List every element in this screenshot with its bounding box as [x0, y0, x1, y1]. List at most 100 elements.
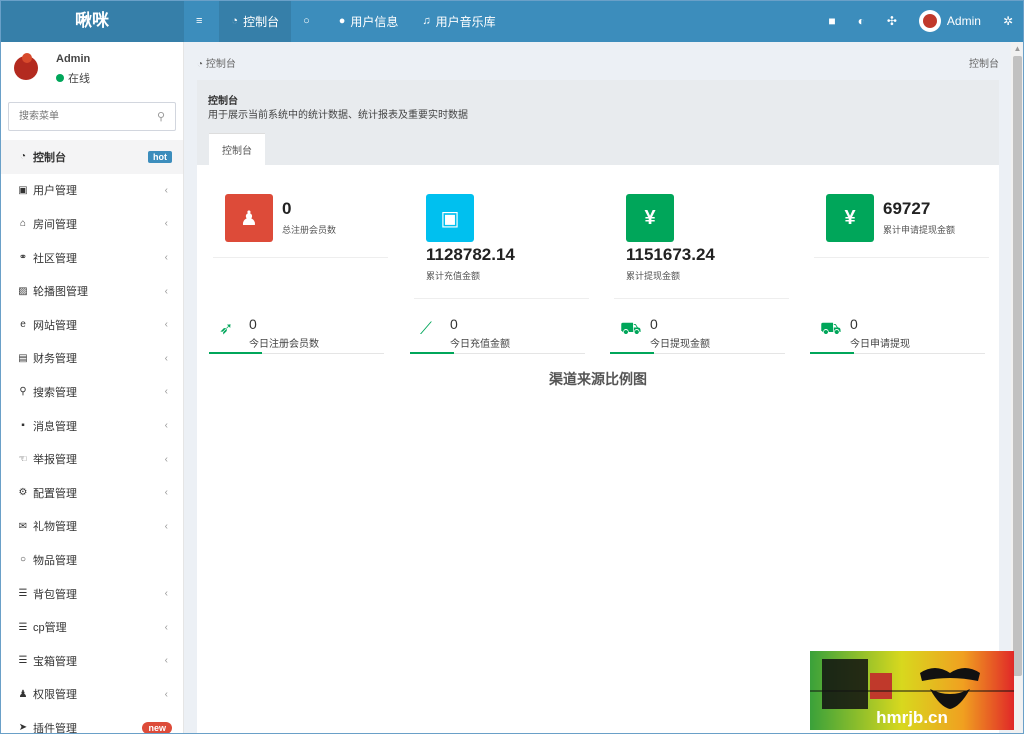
stat-value: 69727 — [883, 199, 931, 218]
sidebar-item-community[interactable]: ⚭ 社区管理 ‹ — [0, 241, 183, 275]
sidebar-item-cp[interactable]: ☰ cp管理 ‹ — [0, 610, 183, 644]
sidebar-item-label: 权限管理 — [33, 689, 77, 702]
chevron-left-icon: ‹ — [164, 319, 168, 331]
search-icon[interactable]: ⚲ — [157, 110, 165, 123]
users-icon: ♟ — [18, 688, 28, 700]
panel-description: 用于展示当前系统中的统计数据、统计报表及重要实时数据 — [208, 110, 468, 121]
sidebar-item-label: 搜索管理 — [33, 386, 77, 399]
app-logo[interactable]: 啾咪 — [0, 0, 184, 42]
gear-icon: ✲ — [1002, 14, 1013, 28]
tab-dashboard[interactable]: ◔ 控制台 — [219, 0, 292, 42]
internet-explorer-icon: e — [20, 319, 26, 331]
hot-badge: hot — [148, 150, 172, 163]
sidebar-item-items[interactable]: ○ 物品管理 — [0, 543, 183, 577]
sidebar-item-rooms[interactable]: ⌂ 房间管理 ‹ — [0, 207, 183, 241]
list-icon: ☰ — [18, 621, 28, 633]
scroll-thumb[interactable] — [1013, 56, 1022, 676]
avatar — [8, 50, 44, 86]
chevron-left-icon: ‹ — [164, 386, 168, 398]
sidebar-item-label: 宝箱管理 — [33, 655, 77, 668]
sidebar-item-config[interactable]: ⚙ 配置管理 ‹ — [0, 476, 183, 510]
tab-label: 控制台 — [243, 14, 280, 29]
progress-bar — [410, 352, 454, 354]
trash-icon: ■ — [828, 14, 836, 28]
chevron-left-icon: ‹ — [164, 655, 168, 667]
user-icon: ● — [338, 15, 346, 27]
mini-value: 0 — [450, 316, 458, 332]
search-input[interactable] — [9, 103, 139, 130]
panel-title: 控制台 — [208, 96, 238, 107]
sidebar-search: ⚲ — [8, 102, 176, 131]
top-nav: ≡ ◔ 控制台 ○ ● 用户信息 ♫ 用户音乐库 — [184, 0, 508, 42]
sidebar-item-label: 用户管理 — [33, 185, 77, 198]
mini-value: 0 — [650, 316, 658, 332]
tab-user-music[interactable]: ♫ 用户音乐库 — [410, 0, 507, 42]
sidebar-item-messages[interactable]: ▪ 消息管理 ‹ — [0, 409, 183, 443]
breadcrumb-item[interactable]: 控制台 — [206, 59, 236, 70]
settings-button[interactable]: ✲ — [992, 0, 1024, 42]
user-card-icon: ▣ — [18, 184, 28, 196]
mini-label: 今日提现金额 — [650, 339, 710, 350]
sidebar-item-label: 举报管理 — [33, 454, 77, 467]
sidebar-item-gifts[interactable]: ✉ 礼物管理 ‹ — [0, 510, 183, 544]
tab-label: 用户信息 — [350, 14, 399, 29]
panel-body: ♟ 0 总注册会员数 ▣ 1128782.14 累计充值金额 ¥ 1151673… — [197, 165, 999, 734]
breadcrumb: ◔ 控制台 — [197, 55, 236, 70]
sidebar-item-reports[interactable]: ☜ 举报管理 ‹ — [0, 442, 183, 476]
chevron-left-icon: ‹ — [164, 453, 168, 465]
chevron-left-icon: ‹ — [164, 621, 168, 633]
sidebar-toggle-button[interactable]: ≡ — [184, 0, 219, 42]
gift-icon: ✉ — [18, 520, 28, 532]
sidebar-item-label: 财务管理 — [33, 353, 77, 366]
sidebar-item-dashboard[interactable]: ◔ 控制台 hot — [0, 140, 183, 174]
tab-circle[interactable]: ○ — [291, 0, 327, 42]
sidebar-item-website[interactable]: e 网站管理 ‹ — [0, 308, 183, 342]
fullscreen-button[interactable]: ✣ — [876, 0, 908, 42]
chevron-left-icon: ‹ — [164, 420, 168, 432]
sidebar-item-plugins[interactable]: ➤ 插件管理 new — [0, 711, 183, 734]
breadcrumb-current: 控制台 — [969, 59, 999, 70]
mini-label: 今日申请提现 — [850, 339, 910, 350]
chevron-left-icon: ‹ — [164, 688, 168, 700]
sidebar-item-users[interactable]: ▣ 用户管理 ‹ — [0, 174, 183, 208]
divider — [414, 298, 589, 299]
sidebar-item-label: 插件管理 — [33, 722, 77, 734]
new-badge: new — [142, 721, 172, 734]
cart-icon: ⛟ — [820, 319, 842, 338]
clear-cache-button[interactable]: ■ — [817, 0, 846, 42]
bicycle-icon: ⚭ — [18, 252, 28, 264]
today-recharge: ⟋ 0 今日充值金额 — [410, 311, 585, 361]
main-content: ◔ 控制台 控制台 控制台 用于展示当前系统中的统计数据、统计报表及重要实时数据… — [185, 42, 1011, 734]
tab-dashboard-panel[interactable]: 控制台 — [209, 133, 265, 165]
sidebar-item-permissions[interactable]: ♟ 权限管理 ‹ — [0, 678, 183, 712]
sidebar-item-label: 消息管理 — [33, 420, 77, 433]
chevron-left-icon: ‹ — [164, 252, 168, 264]
watermark-text: hmrjb.cn — [876, 708, 948, 727]
sidebar-item-carousel[interactable]: ▨ 轮播图管理 ‹ — [0, 274, 183, 308]
mini-label: 今日充值金额 — [450, 339, 510, 350]
mini-value: 0 — [249, 316, 257, 332]
chevron-left-icon: ‹ — [164, 588, 168, 600]
sidebar-item-search[interactable]: ⚲ 搜索管理 ‹ — [0, 375, 183, 409]
stat-value: 0 — [282, 199, 292, 218]
top-header: 啾咪 ≡ ◔ 控制台 ○ ● 用户信息 ♫ 用户音乐库 ■ ◐ ✣ Admin … — [0, 0, 1024, 42]
bank-icon: ⌂ — [19, 218, 27, 230]
stat-label: 累计提现金额 — [626, 271, 681, 281]
sidebar-item-treasure[interactable]: ☰ 宝箱管理 ‹ — [0, 644, 183, 678]
user-status: 在线 — [56, 70, 90, 86]
sidebar-item-backpack[interactable]: ☰ 背包管理 ‹ — [0, 577, 183, 611]
circle-icon: ○ — [19, 554, 27, 566]
tab-label: 用户音乐库 — [435, 14, 496, 29]
scroll-up-icon[interactable]: ▲ — [1013, 44, 1022, 53]
tab-user-info[interactable]: ● 用户信息 — [327, 0, 411, 42]
chevron-left-icon: ‹ — [164, 285, 168, 297]
today-withdraw: ⛟ 0 今日提现金额 — [610, 311, 785, 361]
sidebar-item-label: 控制台 — [33, 151, 66, 164]
stat-total-members: ♟ 0 总注册会员数 — [213, 194, 400, 258]
sidebar-item-finance[interactable]: ▤ 财务管理 ‹ — [0, 342, 183, 376]
scrollbar[interactable]: ▲ — [1011, 42, 1024, 734]
translate-button[interactable]: ◐ — [847, 0, 876, 42]
sidebar-item-label: cp管理 — [33, 622, 67, 635]
user-menu[interactable]: Admin — [908, 0, 992, 42]
sidebar-item-label: 社区管理 — [33, 252, 77, 265]
